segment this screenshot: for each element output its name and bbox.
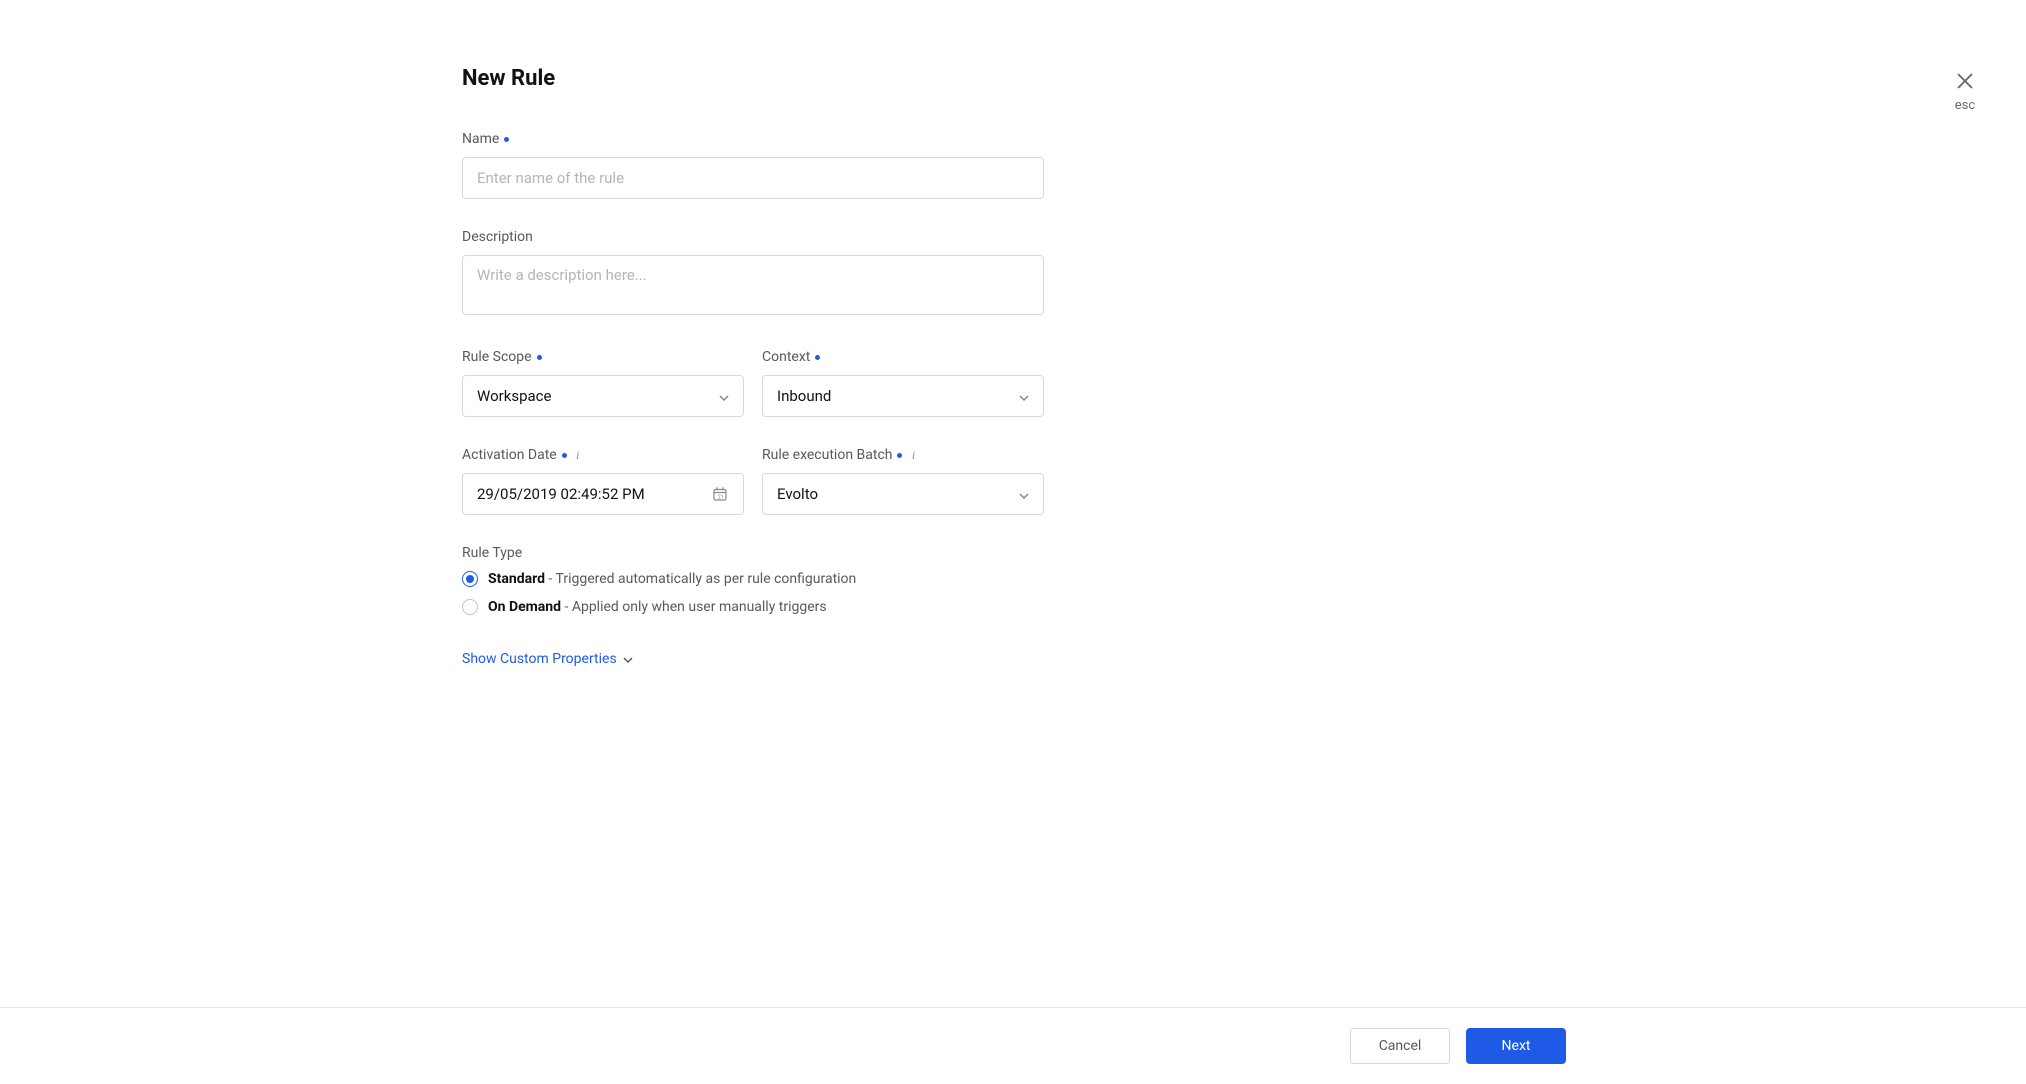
close-icon bbox=[1954, 70, 1976, 96]
calendar-icon: 21 bbox=[711, 485, 729, 503]
close-hint-label: esc bbox=[1955, 98, 1975, 113]
activation-date-value: 29/05/2019 02:49:52 PM bbox=[477, 485, 645, 503]
page-title: New Rule bbox=[462, 66, 1044, 91]
rule-type-option-desc: Triggered automatically as per rule conf… bbox=[556, 571, 857, 587]
rule-type-option-on-demand[interactable]: On Demand - Applied only when user manua… bbox=[462, 599, 1044, 615]
batch-select[interactable]: Evolto bbox=[762, 473, 1044, 515]
info-icon[interactable]: i bbox=[907, 449, 919, 461]
svg-text:21: 21 bbox=[718, 495, 724, 501]
link-label: Show Custom Properties bbox=[462, 651, 617, 667]
chevron-down-icon bbox=[719, 387, 729, 405]
show-custom-properties-link[interactable]: Show Custom Properties bbox=[462, 651, 633, 667]
rule-type-label: Rule Type bbox=[462, 545, 1044, 561]
batch-label: Rule execution Batch i bbox=[762, 447, 1044, 463]
rule-scope-select[interactable]: Workspace bbox=[462, 375, 744, 417]
close-button[interactable]: esc bbox=[1954, 70, 1976, 113]
chevron-down-icon bbox=[623, 651, 633, 667]
info-icon[interactable]: i bbox=[572, 449, 584, 461]
rule-scope-value: Workspace bbox=[477, 387, 551, 405]
chevron-down-icon bbox=[1019, 387, 1029, 405]
context-select[interactable]: Inbound bbox=[762, 375, 1044, 417]
required-dot-icon bbox=[562, 453, 567, 458]
radio-unchecked-icon bbox=[462, 599, 478, 615]
rule-type-option-standard[interactable]: Standard - Triggered automatically as pe… bbox=[462, 571, 1044, 587]
required-dot-icon bbox=[537, 355, 542, 360]
description-field[interactable] bbox=[462, 255, 1044, 315]
footer-bar: Cancel Next bbox=[0, 1007, 2026, 1084]
rule-type-option-label: Standard bbox=[488, 571, 545, 587]
activation-date-label: Activation Date i bbox=[462, 447, 744, 463]
description-label: Description bbox=[462, 229, 1044, 245]
rule-type-option-desc: Applied only when user manually triggers bbox=[572, 599, 827, 615]
required-dot-icon bbox=[815, 355, 820, 360]
activation-date-field[interactable]: 29/05/2019 02:49:52 PM 21 bbox=[462, 473, 744, 515]
name-field[interactable] bbox=[462, 157, 1044, 199]
rule-scope-label: Rule Scope bbox=[462, 349, 744, 365]
required-dot-icon bbox=[504, 137, 509, 142]
new-rule-form: New Rule Name Description Rule Scope Wor… bbox=[462, 0, 1044, 667]
name-label: Name bbox=[462, 131, 1044, 147]
next-button[interactable]: Next bbox=[1466, 1028, 1566, 1064]
rule-type-option-label: On Demand bbox=[488, 599, 561, 615]
batch-value: Evolto bbox=[777, 485, 818, 503]
radio-checked-icon bbox=[462, 571, 478, 587]
chevron-down-icon bbox=[1019, 485, 1029, 503]
cancel-button[interactable]: Cancel bbox=[1350, 1028, 1450, 1064]
required-dot-icon bbox=[897, 453, 902, 458]
context-label: Context bbox=[762, 349, 1044, 365]
context-value: Inbound bbox=[777, 387, 831, 405]
